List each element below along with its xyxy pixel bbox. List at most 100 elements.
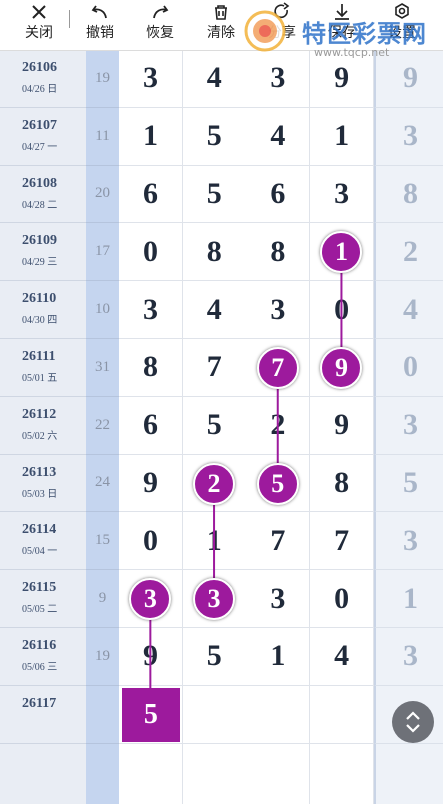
extra-column-filler <box>374 743 443 804</box>
issue-date: 04/28 二 <box>22 199 58 211</box>
highlight-ball[interactable]: 5 <box>256 462 299 505</box>
digit-cell[interactable]: 9 <box>119 454 183 513</box>
toolbar: 关闭 撤销 恢复 清除 分享 保存 设置 特区彩票网 www.tqcp.net <box>0 0 443 59</box>
toolbar-divider <box>69 10 70 28</box>
digit-cell[interactable]: 3 <box>310 165 375 224</box>
digit-cell[interactable]: 9 <box>310 396 375 455</box>
extra-digit-cell: 9 <box>374 50 443 108</box>
sum-cell: 19 <box>86 628 119 686</box>
settings-button[interactable]: 设置 <box>381 0 423 50</box>
digit-cell[interactable]: 3 <box>119 50 183 108</box>
digit-cell[interactable]: 7 <box>182 339 247 397</box>
extra-digit-cell: 3 <box>374 107 443 166</box>
issue-number: 26106 <box>22 60 57 75</box>
close-label: 关闭 <box>25 24 53 40</box>
digit-cell[interactable]: 0 <box>119 512 183 571</box>
issue-date: 05/06 三 <box>22 662 58 673</box>
digit-cell[interactable]: 8 <box>310 454 375 513</box>
extra-digit-cell: 2 <box>374 223 443 282</box>
issue-date: 05/01 五 <box>22 373 58 384</box>
redo-button[interactable]: 恢复 <box>139 0 181 50</box>
sum-cell: 11 <box>86 107 119 166</box>
digit-cell[interactable]: 4 <box>246 107 311 166</box>
digit-cell[interactable]: 1 <box>182 512 247 571</box>
digit-cell[interactable]: 5 <box>182 396 247 455</box>
digit-cell[interactable]: 4 <box>182 281 247 339</box>
issue-label-cell: 26106 04/26 日 <box>0 50 86 108</box>
issue-number: 26115 <box>22 580 57 596</box>
scroll-toggle-button[interactable] <box>392 701 434 743</box>
digit-cell[interactable]: 8 <box>119 339 183 397</box>
sum-cell: 15 <box>86 512 119 571</box>
label-column-filler <box>0 743 86 804</box>
issue-number: 26116 <box>22 638 57 653</box>
issue-label-cell: 26109 04/29 三 <box>0 223 86 282</box>
digit-cell[interactable]: 1 <box>119 107 183 166</box>
digit-cell[interactable]: 0 <box>310 570 375 628</box>
issue-label-cell: 26110 04/30 四 <box>0 281 86 339</box>
digit-cell[interactable]: 3 <box>246 281 311 339</box>
digit-cell[interactable]: 5 <box>182 107 247 166</box>
issue-label-cell: 26108 04/28 二 <box>0 165 86 224</box>
clear-button[interactable]: 清除 <box>200 0 242 50</box>
close-icon <box>32 5 46 19</box>
digit-cell[interactable]: 4 <box>310 628 375 686</box>
issue-label-cell: 26117 <box>0 685 86 744</box>
digit-cell[interactable]: 7 <box>310 512 375 571</box>
undo-label: 撤销 <box>86 24 114 40</box>
issue-number: 26107 <box>22 117 57 133</box>
issue-date: 04/27 一 <box>22 141 58 153</box>
save-button[interactable]: 保存 <box>321 0 363 50</box>
extra-digit-cell: 5 <box>374 454 443 513</box>
highlight-square[interactable]: 5 <box>122 687 180 742</box>
digit-cell[interactable]: 4 <box>182 50 247 108</box>
digit-cell[interactable]: 5 <box>182 628 247 686</box>
highlight-ball[interactable]: 7 <box>256 346 299 389</box>
undo-button[interactable]: 撤销 <box>79 0 121 50</box>
issue-date: 05/02 六 <box>22 430 58 442</box>
digit-cell[interactable]: 2 <box>246 396 311 455</box>
share-label: 分享 <box>268 24 296 40</box>
issue-label-cell: 26115 05/05 二 <box>0 570 86 628</box>
close-button[interactable]: 关闭 <box>18 0 60 50</box>
digit-cell[interactable]: 9 <box>310 50 375 108</box>
digit-cell[interactable]: 6 <box>246 165 311 224</box>
issue-number: 26110 <box>22 291 57 307</box>
digit-cell[interactable]: 8 <box>246 223 311 282</box>
digit-cell[interactable]: 6 <box>119 165 183 224</box>
sum-cell: 20 <box>86 165 119 224</box>
digit-cell[interactable]: 3 <box>119 281 183 339</box>
digit-cell[interactable]: 1 <box>310 107 375 166</box>
sum-cell: 22 <box>86 396 119 455</box>
digit-cell[interactable] <box>246 685 311 744</box>
share-icon <box>274 2 290 19</box>
trend-grid: 26106 04/26 日 19 3 4 3 9 9 26107 04/27 一 11 1 5 4 1 3 26… <box>0 0 443 804</box>
digit-cell[interactable]: 3 <box>246 570 311 628</box>
digit-cell[interactable]: 7 <box>246 512 311 571</box>
extra-digit-cell: 3 <box>374 512 443 571</box>
digit-cell[interactable]: 9 <box>119 628 183 686</box>
issue-number: 26111 <box>22 349 56 364</box>
share-button[interactable]: 分享 <box>261 0 303 50</box>
issue-label-cell: 26112 05/02 六 <box>0 396 86 455</box>
redo-label: 恢复 <box>146 24 174 40</box>
digit-cell[interactable] <box>310 685 375 744</box>
digit-cell[interactable]: 1 <box>246 628 311 686</box>
digit-cell[interactable]: 0 <box>310 281 375 339</box>
download-icon <box>335 4 349 20</box>
sum-column-filler <box>86 743 119 804</box>
redo-icon <box>153 5 169 19</box>
highlight-ball[interactable]: 3 <box>193 578 236 621</box>
digit-cell[interactable]: 5 <box>182 165 247 224</box>
empty-cell <box>119 743 183 804</box>
digit-cell[interactable]: 0 <box>119 223 183 282</box>
settings-icon <box>395 3 409 19</box>
empty-cell <box>310 743 375 804</box>
digit-cell[interactable]: 8 <box>182 223 247 282</box>
digit-cell[interactable]: 6 <box>119 396 183 455</box>
highlight-ball[interactable]: 2 <box>193 462 236 505</box>
digit-cell[interactable]: 3 <box>246 50 311 108</box>
digit-cell[interactable] <box>182 685 247 744</box>
sum-cell: 9 <box>86 570 119 628</box>
issue-date: 04/30 四 <box>22 315 58 327</box>
